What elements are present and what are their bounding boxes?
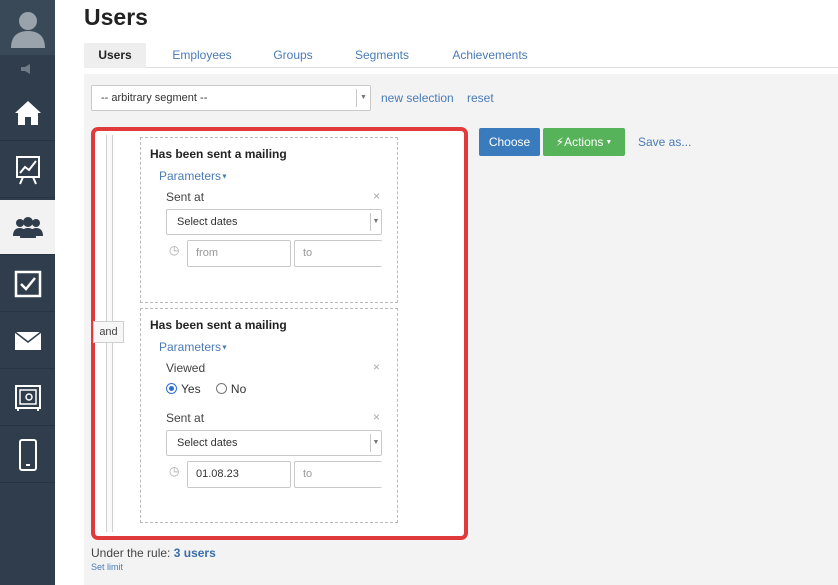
select-dates-dropdown[interactable]: Select dates ▼ (166, 209, 382, 235)
close-icon[interactable]: × (373, 410, 380, 424)
close-icon[interactable]: × (373, 360, 380, 374)
sent-at-label: Sent at (166, 190, 205, 204)
date-from-input[interactable]: 01.08.23 (187, 461, 291, 488)
set-limit-link[interactable]: Set limit (91, 562, 123, 572)
close-icon[interactable]: × (373, 189, 380, 203)
tab-segments[interactable]: Segments (346, 43, 418, 68)
select-dates-value: Select dates (177, 437, 238, 449)
sidebar-item-home[interactable] (0, 86, 55, 141)
and-connector[interactable]: and (93, 321, 124, 343)
reset-link[interactable]: reset (467, 91, 494, 105)
sidebar-item-safe[interactable] (0, 371, 55, 426)
tab-groups[interactable]: Groups (262, 43, 324, 68)
sent-at-label: Sent at (166, 411, 205, 425)
sidebar-item-tasks[interactable] (0, 257, 55, 312)
sidebar (0, 0, 55, 585)
date-to-input[interactable]: to (294, 461, 382, 488)
segment-select[interactable]: -- arbitrary segment -- ▼ (91, 85, 371, 111)
parameters-toggle[interactable]: Parameters▼ (159, 169, 228, 183)
page-title: Users (84, 4, 148, 30)
tabs: Users Employees Groups Segments Achievem… (84, 43, 838, 68)
save-as-link[interactable]: Save as... (638, 135, 691, 149)
sidebar-filler (0, 485, 55, 585)
viewed-radio-group: Yes No (166, 382, 246, 396)
rule-summary: Under the rule: 3 users (91, 546, 216, 560)
date-from-input[interactable]: from (187, 240, 291, 267)
users-count-link[interactable]: 3 users (174, 546, 216, 560)
parameters-label: Parameters (159, 340, 222, 354)
date-to-input[interactable]: to (294, 240, 382, 267)
speaker-icon (20, 64, 30, 74)
caret-down-icon: ▼ (605, 138, 613, 146)
rule-card: Has been sent a mailing Parameters▼ Sent… (140, 137, 398, 303)
clock-icon: ◷ (169, 464, 180, 478)
chevron-down-icon: ▼ (356, 89, 370, 107)
select-dates-dropdown[interactable]: Select dates ▼ (166, 430, 382, 456)
chart-icon (15, 156, 40, 185)
sidebar-item-mobile[interactable] (0, 428, 55, 483)
actions-button[interactable]: ⚡Actions ▼ (543, 128, 625, 156)
clock-icon: ◷ (169, 243, 180, 257)
users-icon (12, 217, 43, 238)
tab-achievements[interactable]: Achievements (444, 43, 536, 68)
chevron-down-icon: ▼ (370, 434, 381, 452)
sidebar-item-reports[interactable] (0, 143, 55, 198)
user-avatar-icon (10, 11, 45, 48)
no-label: No (230, 382, 247, 396)
summary-prefix: Under the rule: (91, 546, 171, 560)
rule-title: Has been sent a mailing (150, 147, 287, 161)
caret-down-icon: ▼ (221, 173, 228, 181)
radio-unchecked-icon (215, 383, 227, 394)
viewed-label: Viewed (166, 361, 206, 375)
sidebar-item-users[interactable] (0, 200, 55, 255)
chevron-down-icon: ▼ (370, 213, 381, 231)
actions-button-label: Actions (564, 135, 604, 149)
mail-icon (14, 331, 41, 350)
sound-toggle[interactable] (0, 58, 55, 80)
sidebar-item-mail[interactable] (0, 314, 55, 369)
caret-down-icon: ▼ (221, 344, 228, 352)
viewed-no-radio[interactable]: No (215, 382, 247, 396)
parameters-label: Parameters (159, 169, 222, 183)
home-icon (14, 101, 41, 125)
avatar[interactable] (0, 0, 55, 55)
rule-card: Has been sent a mailing Parameters▼ View… (140, 308, 398, 523)
checkbox-icon (14, 270, 41, 298)
tab-users[interactable]: Users (84, 43, 146, 68)
parameters-toggle[interactable]: Parameters▼ (159, 340, 228, 354)
radio-checked-icon (166, 383, 177, 394)
rule-title: Has been sent a mailing (150, 318, 287, 332)
segment-select-value: -- arbitrary segment -- (101, 92, 208, 104)
new-selection-link[interactable]: new selection (381, 91, 454, 105)
tab-employees[interactable]: Employees (164, 43, 240, 68)
phone-icon (18, 439, 37, 471)
select-dates-value: Select dates (177, 216, 238, 228)
choose-button[interactable]: Choose (479, 128, 540, 156)
viewed-yes-radio[interactable]: Yes (166, 382, 201, 396)
safe-icon (14, 385, 41, 411)
bolt-icon: ⚡ (555, 135, 565, 149)
yes-label: Yes (181, 382, 201, 396)
